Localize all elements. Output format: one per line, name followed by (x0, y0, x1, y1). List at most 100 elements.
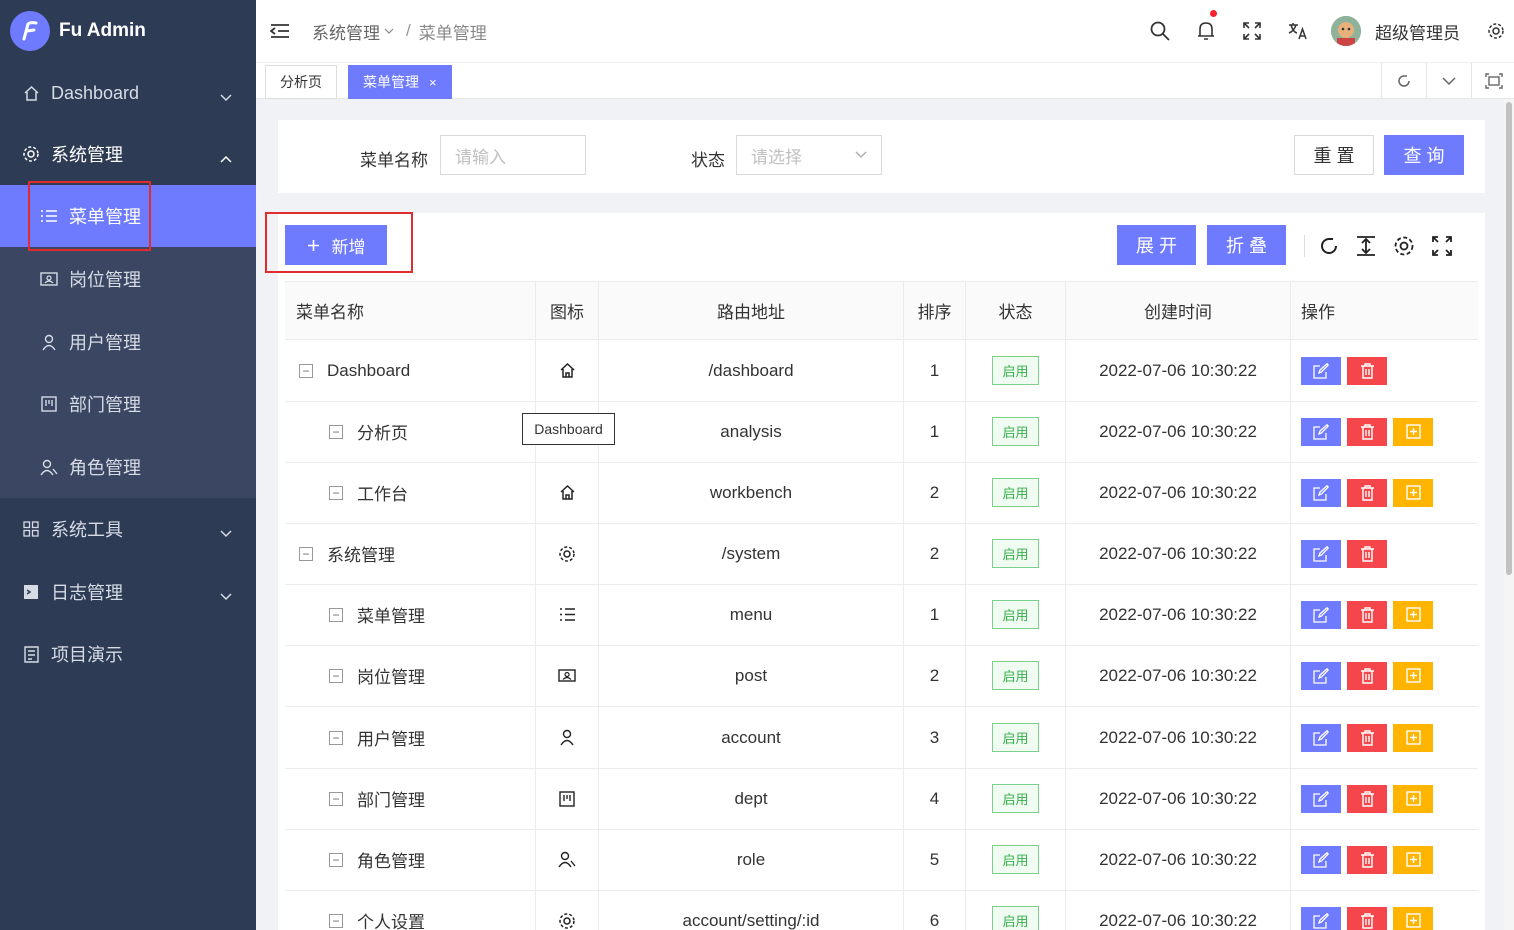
add-child-button[interactable] (1393, 417, 1433, 446)
menu-fold-icon[interactable] (270, 23, 290, 39)
fullscreen-icon[interactable] (1429, 233, 1455, 259)
settings-icon[interactable] (1391, 233, 1417, 259)
sidebar-item-dashboard[interactable]: Dashboard (0, 62, 256, 124)
edit-icon (1313, 851, 1329, 868)
sidebar-item-demo[interactable]: 项目演示 (0, 623, 256, 685)
delete-button[interactable] (1347, 417, 1387, 446)
sidebar-item-dept[interactable]: 部门管理 (0, 373, 256, 435)
route-cell: menu (599, 584, 904, 645)
collapse-button[interactable]: 折 叠 (1207, 225, 1286, 265)
sidebar-item-logs[interactable]: 日志管理 (0, 561, 256, 623)
status-cell: 启用 (966, 340, 1066, 401)
chevron-down-icon[interactable] (1426, 63, 1471, 99)
delete-button[interactable] (1347, 906, 1387, 930)
query-button[interactable]: 查 询 (1384, 135, 1464, 175)
add-child-button[interactable] (1393, 723, 1433, 752)
edit-button[interactable] (1301, 906, 1341, 930)
translate-icon[interactable] (1275, 0, 1321, 62)
name-cell: − 个人设置 (285, 890, 536, 930)
add-child-button[interactable] (1393, 906, 1433, 930)
edit-button[interactable] (1301, 356, 1341, 385)
sidebar-item-role[interactable]: 角色管理 (0, 436, 256, 498)
icon-cell (536, 645, 599, 706)
bell-icon[interactable] (1183, 0, 1229, 62)
avatar[interactable] (1331, 16, 1361, 46)
edit-button[interactable] (1301, 784, 1341, 813)
edit-button[interactable] (1301, 417, 1341, 446)
fullscreen-icon[interactable] (1229, 0, 1275, 62)
collapse-expander-icon[interactable]: − (329, 668, 343, 683)
collapse-expander-icon[interactable]: − (329, 485, 343, 500)
collapse-expander-icon[interactable]: − (329, 607, 343, 622)
add-child-button[interactable] (1393, 784, 1433, 813)
collapse-expander-icon[interactable]: − (329, 913, 343, 928)
status-cell: 启用 (966, 829, 1066, 890)
status-select[interactable]: 请选择 (736, 135, 882, 175)
breadcrumb-item[interactable]: 系统管理 (312, 19, 380, 44)
sidebar-item-post[interactable]: 岗位管理 (0, 248, 256, 310)
sidebar-item-system[interactable]: 系统管理 (0, 123, 256, 185)
status-placeholder: 请选择 (751, 147, 802, 167)
delete-button[interactable] (1347, 784, 1387, 813)
delete-icon (1360, 423, 1375, 440)
log-icon (22, 583, 40, 601)
column-header-order[interactable]: 排序 (904, 282, 966, 339)
column-header-actions[interactable]: 操作 (1291, 282, 1478, 339)
status-badge: 启用 (992, 539, 1039, 568)
add-child-button[interactable] (1393, 845, 1433, 874)
actions-cell (1291, 340, 1478, 401)
add-child-button[interactable] (1393, 600, 1433, 629)
delete-button[interactable] (1347, 539, 1387, 568)
plus-square-icon (1405, 607, 1421, 622)
collapse-expander-icon[interactable]: − (329, 852, 343, 867)
brand[interactable]: Fu Admin (0, 0, 256, 62)
column-header-route[interactable]: 路由地址 (599, 282, 904, 339)
delete-button[interactable] (1347, 723, 1387, 752)
column-header-name[interactable]: 菜单名称 (285, 282, 536, 339)
menu-name-input[interactable]: 请输入 (440, 135, 586, 175)
edit-button[interactable] (1301, 723, 1341, 752)
edit-button[interactable] (1301, 478, 1341, 507)
sidebar-item-tools[interactable]: 系统工具 (0, 498, 256, 560)
search-icon[interactable] (1137, 0, 1183, 62)
edit-button[interactable] (1301, 600, 1341, 629)
collapse-expander-icon[interactable]: − (299, 546, 313, 561)
delete-button[interactable] (1347, 356, 1387, 385)
maximize-icon[interactable] (1471, 63, 1514, 99)
name-cell: − 部门管理 (285, 768, 536, 829)
close-icon[interactable]: × (429, 75, 437, 90)
add-child-button[interactable] (1393, 661, 1433, 690)
delete-button[interactable] (1347, 478, 1387, 507)
refresh-icon[interactable] (1316, 233, 1342, 259)
collapse-expander-icon[interactable]: − (329, 791, 343, 806)
table-row: − 菜单管理 menu 1 启用 2022-07-06 10:30:22 (285, 584, 1478, 646)
scrollbar-thumb[interactable] (1506, 102, 1512, 575)
delete-button[interactable] (1347, 600, 1387, 629)
tab-menu[interactable]: 菜单管理 × (348, 65, 452, 99)
tab-analysis[interactable]: 分析页 (265, 65, 337, 99)
expand-button[interactable]: 展 开 (1117, 225, 1196, 265)
column-height-icon[interactable] (1353, 233, 1379, 259)
username[interactable]: 超级管理员 (1375, 19, 1460, 44)
collapse-expander-icon[interactable]: − (329, 424, 343, 439)
collapse-expander-icon[interactable]: − (299, 363, 313, 378)
icon-cell (536, 523, 599, 584)
edit-button[interactable] (1301, 661, 1341, 690)
refresh-icon[interactable] (1381, 63, 1426, 99)
sidebar-item-user[interactable]: 用户管理 (0, 311, 256, 373)
actions-cell (1291, 523, 1478, 584)
column-header-status[interactable]: 状态 (966, 282, 1066, 339)
settings-gear-icon[interactable] (1478, 0, 1514, 62)
reset-button[interactable]: 重 置 (1294, 135, 1374, 175)
delete-button[interactable] (1347, 845, 1387, 874)
add-child-button[interactable] (1393, 478, 1433, 507)
column-header-created[interactable]: 创建时间 (1066, 282, 1291, 339)
role-icon (40, 458, 58, 476)
name-cell: − 角色管理 (285, 829, 536, 890)
delete-button[interactable] (1347, 661, 1387, 690)
edit-button[interactable] (1301, 845, 1341, 874)
collapse-expander-icon[interactable]: − (329, 730, 343, 745)
edit-button[interactable] (1301, 539, 1341, 568)
column-header-icon[interactable]: 图标 (536, 282, 599, 339)
toolbar-divider (1304, 235, 1305, 257)
